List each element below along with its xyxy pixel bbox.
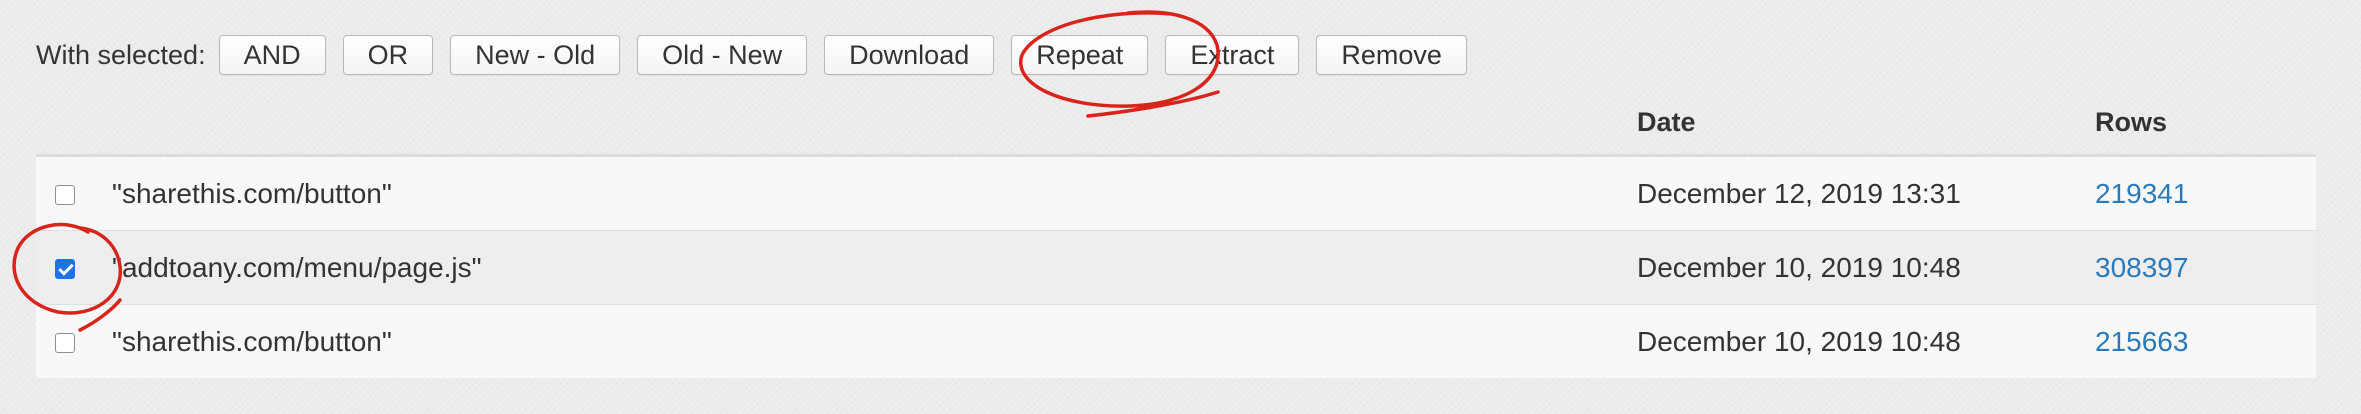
or-button[interactable]: OR [342,35,434,75]
query-text: "addtoany.com/menu/page.js" [112,230,1625,305]
date-column-header[interactable]: Date [1625,90,2083,157]
new-minus-old-button[interactable]: New - Old [450,35,621,75]
table-header-row: Date Rows [36,90,2316,157]
row-select-checkbox[interactable] [55,333,75,354]
download-button[interactable]: Download [824,35,995,75]
and-button[interactable]: AND [218,35,326,75]
table-row: "sharethis.com/button" December 10, 2019… [36,304,2316,378]
query-column-header [112,90,1625,157]
table-row: "sharethis.com/button" December 12, 2019… [36,155,2316,231]
repeat-button[interactable]: Repeat [1011,35,1149,75]
date-text: December 10, 2019 10:48 [1625,230,2083,305]
with-selected-label: With selected: [36,39,206,70]
rows-count-link[interactable]: 215663 [2095,326,2188,357]
rows-count-link[interactable]: 219341 [2095,178,2188,209]
select-column-header [36,90,112,157]
bulk-action-toolbar: With selected: AND OR New - Old Old - Ne… [36,34,1484,76]
query-text: "sharethis.com/button" [112,155,1625,231]
old-minus-new-button[interactable]: Old - New [637,35,808,75]
remove-button[interactable]: Remove [1316,35,1467,75]
query-text: "sharethis.com/button" [112,304,1625,378]
rows-count-link[interactable]: 308397 [2095,252,2188,283]
extract-button[interactable]: Extract [1165,35,1300,75]
table-row: "addtoany.com/menu/page.js" December 10,… [36,230,2316,305]
date-text: December 12, 2019 13:31 [1625,155,2083,231]
rows-column-header[interactable]: Rows [2083,90,2316,157]
row-select-checkbox[interactable] [55,259,75,280]
queries-table: Date Rows "sharethis.com/button" Decembe… [36,90,2316,378]
date-text: December 10, 2019 10:48 [1625,304,2083,378]
row-select-checkbox[interactable] [55,185,75,206]
